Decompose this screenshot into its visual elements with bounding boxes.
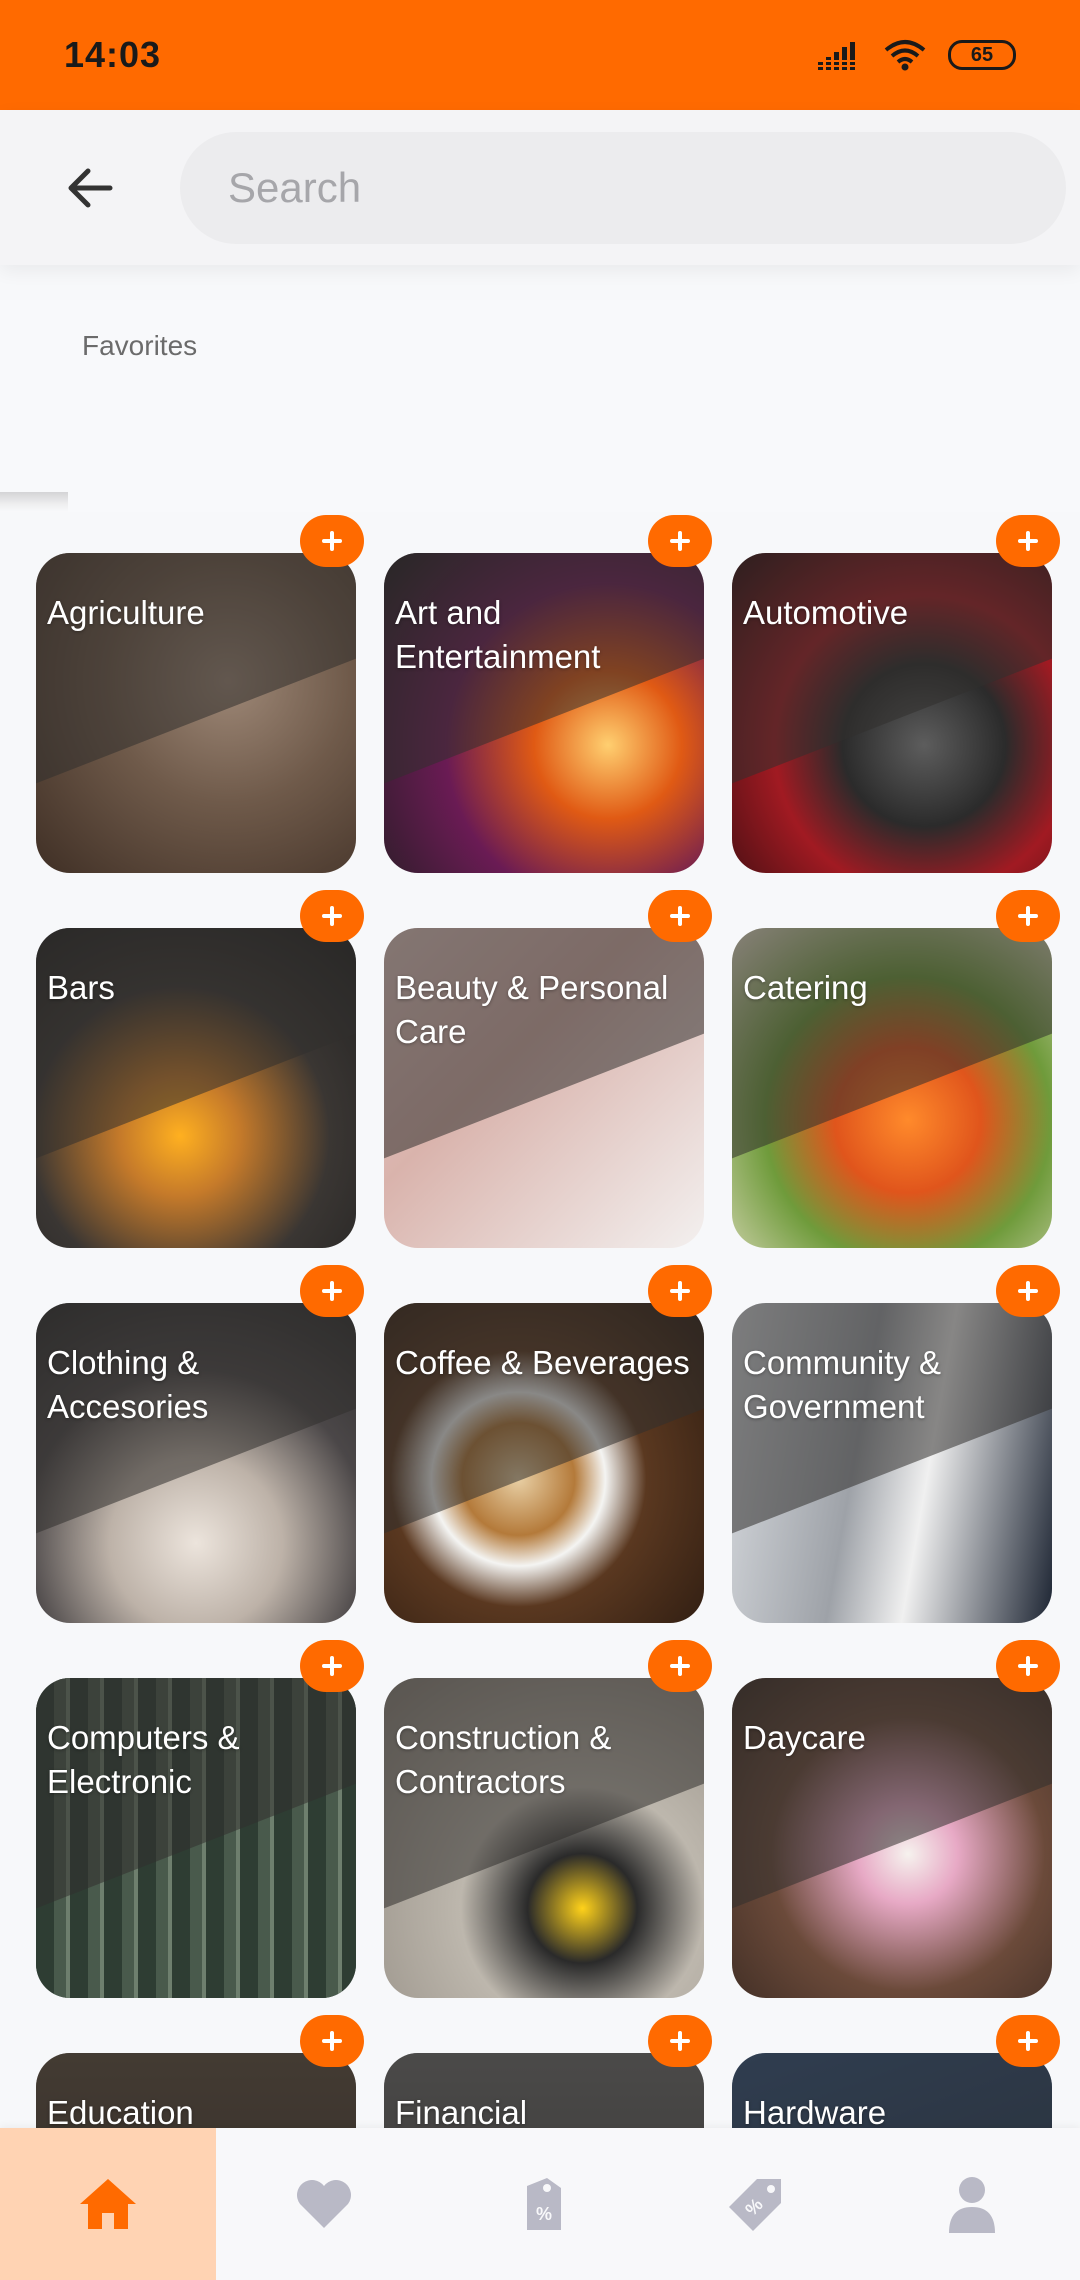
signal-icon — [818, 42, 855, 70]
add-favorite-button[interactable] — [996, 2015, 1060, 2067]
add-favorite-button[interactable] — [648, 1640, 712, 1692]
category-card-education[interactable]: Education — [36, 2015, 364, 2128]
category-label: Community & Government — [743, 1344, 942, 1425]
category-card-art-and-entertainment[interactable]: Art and Entertainment — [384, 515, 712, 873]
category-card-community-government[interactable]: Community & Government — [732, 1265, 1060, 1623]
category-label: Art and Entertainment — [395, 594, 601, 675]
battery-level: 65 — [970, 43, 994, 66]
category-card-beauty-personal-care[interactable]: Beauty & Personal Care — [384, 890, 712, 1248]
add-favorite-button[interactable] — [648, 2015, 712, 2067]
add-favorite-button[interactable] — [648, 515, 712, 567]
plus-icon — [670, 1281, 690, 1301]
plus-icon — [1018, 2031, 1038, 2051]
add-favorite-button[interactable] — [300, 890, 364, 942]
add-favorite-button[interactable] — [300, 1265, 364, 1317]
category-card-construction-contractors[interactable]: Construction & Contractors — [384, 1640, 712, 1998]
category-label: Education — [47, 2094, 194, 2128]
favorites-title: Favorites — [82, 330, 198, 361]
favorites-scroll-indicator — [0, 492, 68, 512]
add-favorite-button[interactable] — [996, 1265, 1060, 1317]
plus-icon — [670, 906, 690, 926]
search-input[interactable] — [228, 163, 1018, 212]
bottom-navigation: % % — [0, 2128, 1080, 2280]
nav-favorites[interactable] — [216, 2128, 432, 2280]
category-label: Financial — [395, 2094, 528, 2128]
category-label: Bars — [47, 969, 115, 1006]
category-card-clothing-accesories[interactable]: Clothing & Accesories — [36, 1265, 364, 1623]
category-card-catering[interactable]: Catering — [732, 890, 1060, 1248]
nav-profile[interactable] — [864, 2128, 1080, 2280]
nav-deals[interactable]: % — [648, 2128, 864, 2280]
add-favorite-button[interactable] — [648, 890, 712, 942]
category-card-financial[interactable]: Financial — [384, 2015, 712, 2128]
wifi-icon — [884, 40, 926, 71]
category-grid: Agriculture Art and Entertainment Automo… — [36, 515, 1060, 2128]
back-button[interactable] — [0, 110, 180, 265]
category-label: Clothing & Accesories — [47, 1344, 209, 1425]
category-label: Catering — [743, 969, 868, 1006]
status-icons: 65 — [818, 39, 1016, 71]
plus-icon — [670, 2031, 690, 2051]
category-label: Construction & Contractors — [395, 1719, 612, 1800]
plus-icon — [1018, 906, 1038, 926]
add-favorite-button[interactable] — [996, 515, 1060, 567]
category-label: Automotive — [743, 594, 909, 631]
search-header — [0, 110, 1080, 265]
nav-coupons[interactable]: % — [432, 2128, 648, 2280]
add-favorite-button[interactable] — [648, 1265, 712, 1317]
category-card-coffee-beverages[interactable]: Coffee & Beverages — [384, 1265, 712, 1623]
svg-text:%: % — [536, 2204, 552, 2224]
status-time: 14:03 — [64, 34, 162, 75]
category-card-daycare[interactable]: Daycare — [732, 1640, 1060, 1998]
category-card-computers-electronic[interactable]: Computers & Electronic — [36, 1640, 364, 1998]
category-card-agriculture[interactable]: Agriculture — [36, 515, 364, 873]
nav-home[interactable] — [0, 2128, 216, 2280]
plus-icon — [322, 1281, 342, 1301]
category-label: Agriculture — [47, 594, 205, 631]
home-icon — [80, 2179, 136, 2229]
add-favorite-button[interactable] — [300, 515, 364, 567]
plus-icon — [322, 2031, 342, 2051]
category-label: Coffee & Beverages — [395, 1344, 690, 1381]
category-label: Computers & Electronic — [47, 1719, 240, 1800]
search-bar[interactable] — [180, 131, 1066, 244]
plus-icon — [322, 531, 342, 551]
plus-icon — [670, 1656, 690, 1676]
category-label: Beauty & Personal Care — [395, 969, 669, 1050]
category-card-hardware[interactable]: Hardware — [732, 2015, 1060, 2128]
plus-icon — [1018, 1656, 1038, 1676]
category-card-bars[interactable]: Bars — [36, 890, 364, 1248]
arrow-left-icon — [68, 168, 113, 207]
coupon-icon: % — [527, 2178, 561, 2230]
category-card-automotive[interactable]: Automotive — [732, 515, 1060, 873]
discount-tag-icon: % — [729, 2179, 781, 2231]
add-favorite-button[interactable] — [300, 2015, 364, 2067]
plus-icon — [670, 531, 690, 551]
category-label: Hardware — [743, 2094, 887, 2128]
plus-icon — [1018, 1281, 1038, 1301]
category-label: Daycare — [743, 1719, 866, 1756]
plus-icon — [322, 1656, 342, 1676]
add-favorite-button[interactable] — [996, 1640, 1060, 1692]
plus-icon — [1018, 531, 1038, 551]
battery-indicator: 65 — [948, 40, 1016, 70]
add-favorite-button[interactable] — [996, 890, 1060, 942]
status-bar: 14:03 65 — [0, 0, 1080, 110]
category-grid-viewport[interactable]: Agriculture Art and Entertainment Automo… — [0, 515, 1080, 2128]
heart-icon — [297, 2180, 351, 2228]
plus-icon — [322, 906, 342, 926]
add-favorite-button[interactable] — [300, 1640, 364, 1692]
profile-icon — [949, 2177, 995, 2233]
favorites-section: Favorites — [0, 300, 1080, 512]
